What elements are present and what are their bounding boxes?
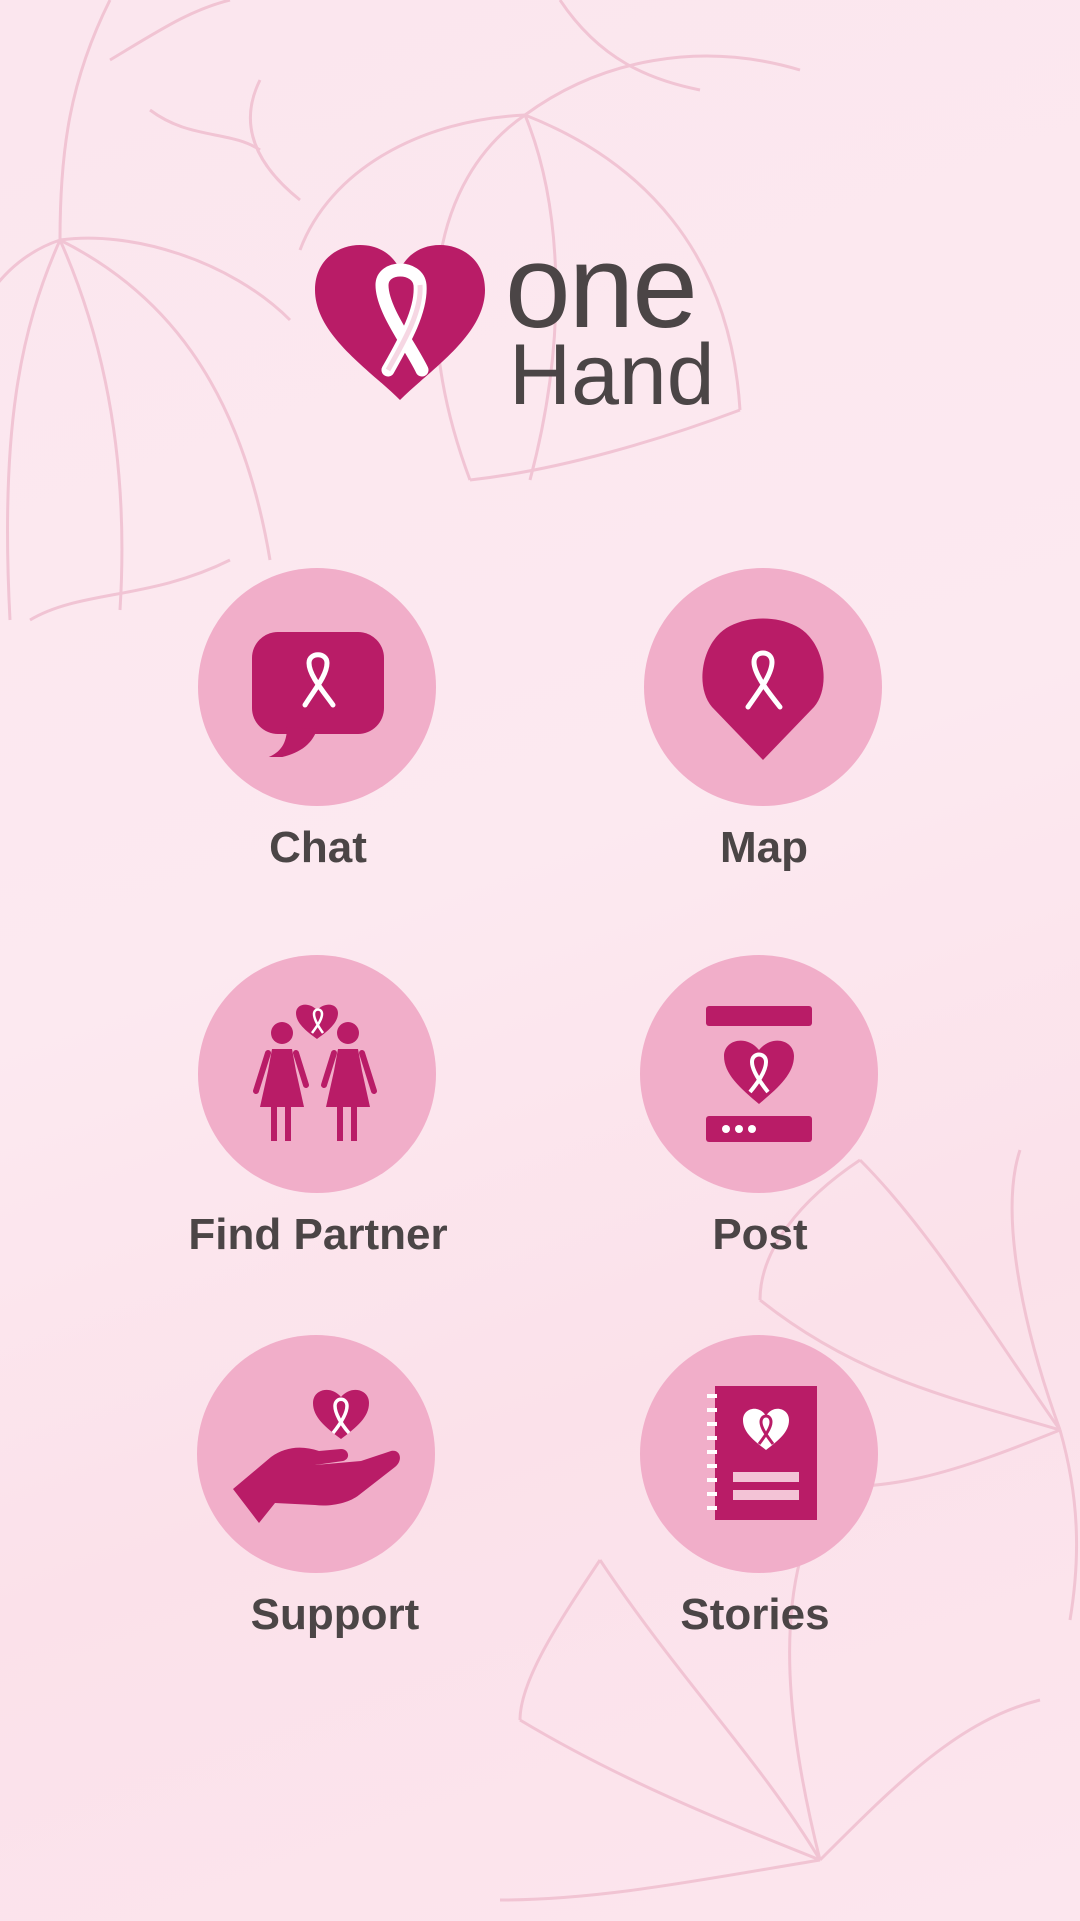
find-partner-circle xyxy=(198,955,436,1193)
post-label: Post xyxy=(712,1210,808,1259)
stories-label: Stories xyxy=(680,1590,830,1639)
two-women-heart-icon xyxy=(252,999,382,1149)
chat-circle xyxy=(198,568,436,806)
support-label: Support xyxy=(250,1590,420,1639)
map-button[interactable]: Map xyxy=(614,568,914,898)
find-partner-label: Find Partner xyxy=(188,1210,448,1259)
heart-ribbon-logo-icon xyxy=(315,245,485,400)
logo-text-hand: Hand xyxy=(509,327,715,423)
post-card-heart-icon xyxy=(704,1004,814,1144)
find-partner-button[interactable]: Find Partner xyxy=(168,955,468,1285)
post-button[interactable]: Post xyxy=(610,955,910,1285)
chat-label: Chat xyxy=(269,823,367,872)
stories-button[interactable]: Stories xyxy=(610,1335,910,1665)
app-logo: one Hand xyxy=(310,228,780,418)
support-circle xyxy=(197,1335,435,1573)
map-circle xyxy=(644,568,882,806)
notebook-heart-icon xyxy=(699,1384,819,1524)
support-button[interactable]: Support xyxy=(167,1335,467,1665)
map-label: Map xyxy=(720,823,808,872)
chat-bubble-ribbon-icon xyxy=(247,617,387,757)
post-circle xyxy=(640,955,878,1193)
hand-heart-icon xyxy=(231,1379,401,1529)
stories-circle xyxy=(640,1335,878,1573)
logo-wordmark: one Hand xyxy=(505,228,715,423)
map-pin-ribbon-icon xyxy=(698,612,828,762)
chat-button[interactable]: Chat xyxy=(168,568,468,898)
